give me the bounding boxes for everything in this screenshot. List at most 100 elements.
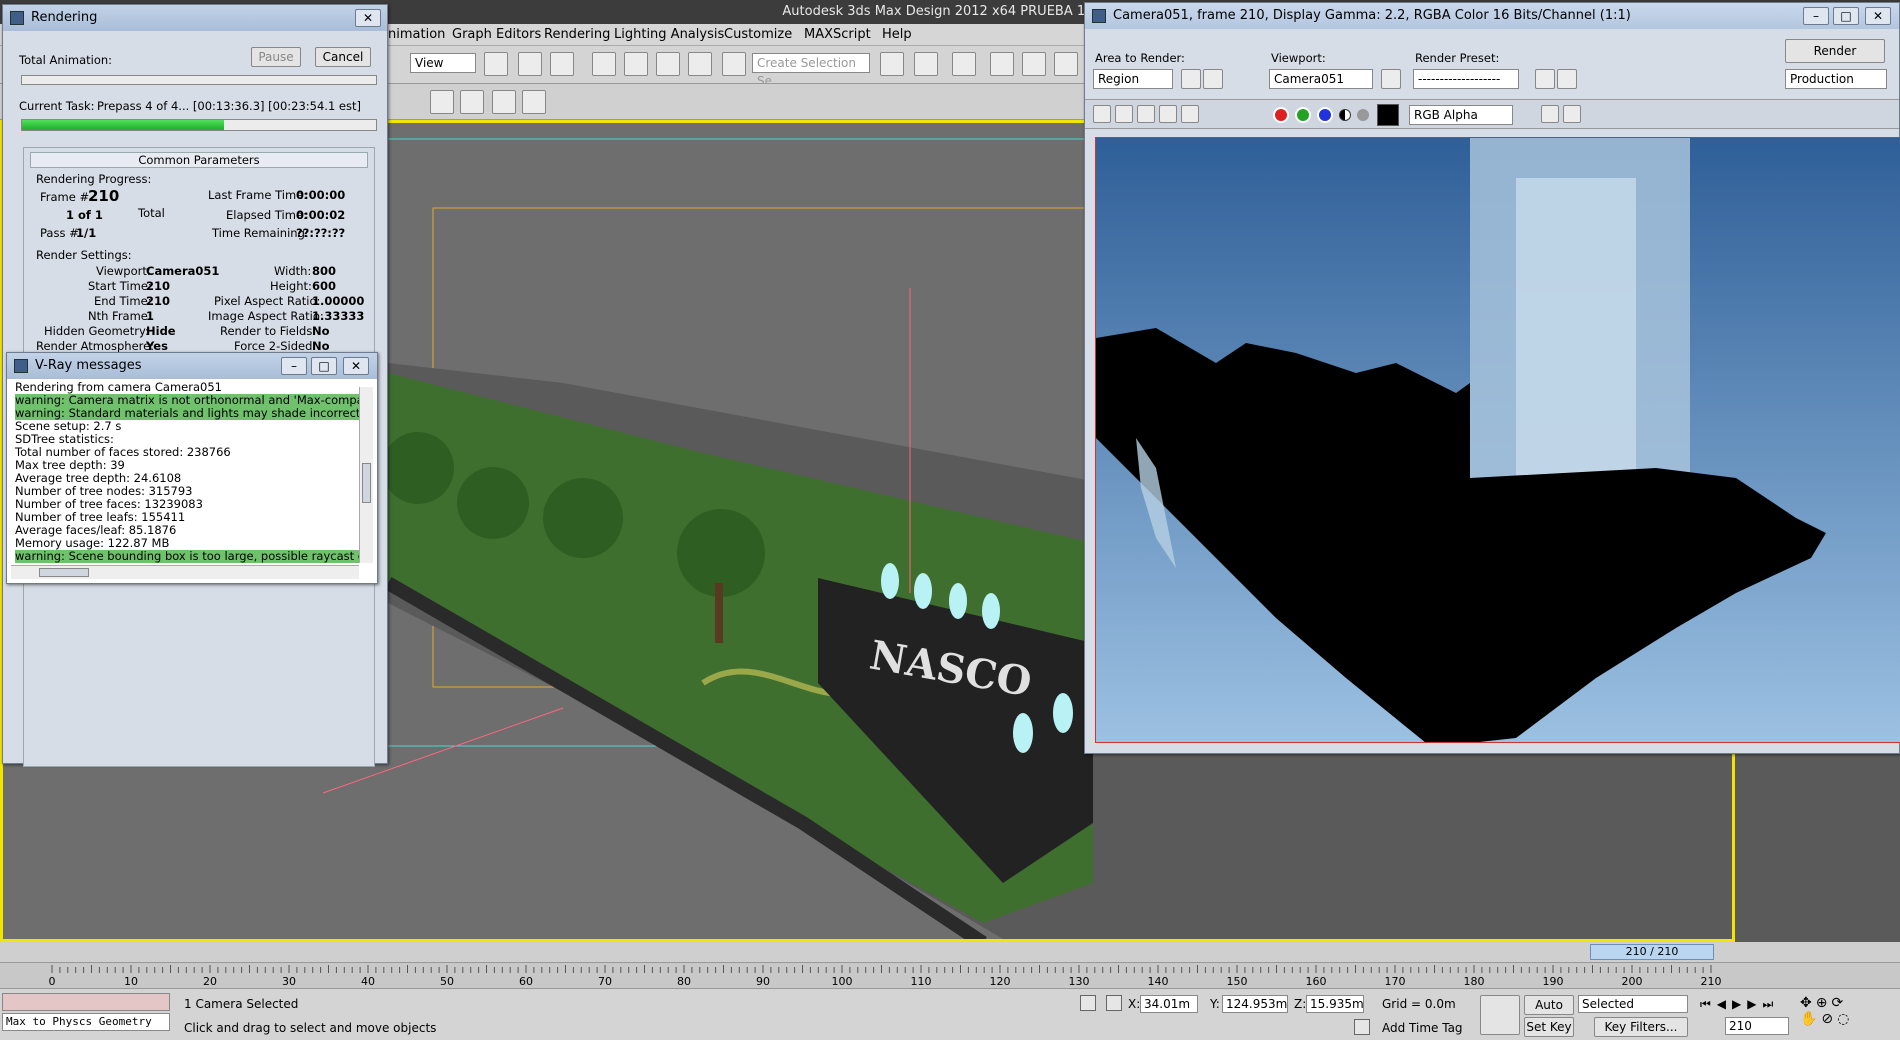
rendering-progress-label: Rendering Progress:: [36, 172, 152, 186]
close-button[interactable]: ✕: [1865, 7, 1891, 25]
pass-label: Pass #: [40, 226, 79, 240]
frame-window-icon: [1092, 9, 1106, 23]
environment-icon[interactable]: [1557, 69, 1577, 89]
absolute-mode-icon[interactable]: [1106, 995, 1122, 1011]
production-dropdown[interactable]: Production: [1785, 69, 1887, 89]
select-vertex-icon[interactable]: [522, 90, 546, 114]
save-image-icon[interactable]: [1093, 105, 1111, 123]
fountain-jet-2: [914, 573, 932, 609]
clear-icon[interactable]: [1181, 105, 1199, 123]
lock-selection-icon[interactable]: [1080, 995, 1096, 1011]
z-coordinate-field[interactable]: 15.935m: [1306, 995, 1364, 1013]
alpha-channel-icon[interactable]: [1339, 109, 1351, 121]
key-selection-dropdown[interactable]: Selected: [1578, 995, 1688, 1013]
close-button[interactable]: ✕: [355, 9, 381, 27]
rendered-image[interactable]: [1095, 137, 1900, 743]
schematic-view-icon[interactable]: [1054, 52, 1078, 76]
key-filters-button[interactable]: Key Filters...: [1594, 1017, 1688, 1037]
channel-display-dropdown[interactable]: RGB Alpha: [1409, 105, 1513, 125]
red-channel-icon[interactable]: [1273, 107, 1289, 123]
maximize-button[interactable]: □: [1833, 7, 1859, 25]
menu-maxscript[interactable]: MAXScript: [804, 27, 871, 42]
print-image-icon[interactable]: [1159, 105, 1177, 123]
move-vertex-icon[interactable]: [492, 90, 516, 114]
manipulate-icon[interactable]: [550, 52, 574, 76]
time-slider-track[interactable]: 210 / 210: [0, 942, 1900, 962]
selection-status: 1 Camera Selected: [184, 997, 299, 1011]
select-and-link-icon[interactable]: [484, 52, 508, 76]
elapsed-time-value: 0:00:02: [296, 208, 346, 222]
timeline-tick-label: 150: [1227, 975, 1248, 988]
viewport-nav-controls[interactable]: ✥⊕⟳ ✋⊘◌: [1800, 995, 1896, 1035]
edit-region-icon[interactable]: [1181, 69, 1201, 89]
auto-region-icon[interactable]: [1203, 69, 1223, 89]
green-channel-icon[interactable]: [1295, 107, 1311, 123]
toolbar-dropdown-arrow-icon[interactable]: [430, 90, 454, 114]
mirror-icon[interactable]: [880, 52, 904, 76]
cancel-button[interactable]: Cancel: [315, 47, 371, 67]
menu-rendering[interactable]: Rendering: [544, 27, 610, 42]
material-editor-icon[interactable]: [990, 52, 1014, 76]
minimize-button[interactable]: –: [281, 357, 307, 375]
render-preset-label: Render Preset:: [1415, 51, 1500, 65]
set-key-button[interactable]: Set Key: [1524, 1017, 1574, 1037]
menu-animation[interactable]: nimation: [388, 27, 445, 42]
vertical-scroll-thumb[interactable]: [362, 463, 371, 503]
minimize-button[interactable]: –: [1803, 7, 1829, 25]
spinner-snap-icon[interactable]: [688, 52, 712, 76]
selection-set-dropdown[interactable]: Create Selection Se: [752, 53, 870, 88]
reference-coord-dropdown[interactable]: View: [410, 53, 476, 73]
time-slider-thumb[interactable]: 210 / 210: [1590, 944, 1714, 960]
render-preset-dropdown[interactable]: -------------------: [1413, 69, 1519, 89]
timeline-track[interactable]: 0 10 20 30 40 50 60 70 80 90 100 110 120 130 140 150 160…: [0, 962, 1900, 988]
pass-value: 1/1: [76, 226, 97, 240]
horizontal-scroll-thumb[interactable]: [39, 568, 89, 577]
clone-frame-icon[interactable]: [1137, 105, 1155, 123]
close-button[interactable]: ✕: [343, 357, 369, 375]
curve-editor-icon[interactable]: [1022, 52, 1046, 76]
render-settings-label: Render Settings:: [36, 248, 132, 262]
height-value: 600: [312, 279, 337, 293]
common-parameters-rollout[interactable]: Common Parameters: [30, 152, 368, 168]
layer-manager-icon[interactable]: [952, 52, 976, 76]
render-button[interactable]: Render: [1785, 39, 1885, 63]
message-list[interactable]: Rendering from camera Camera051 warning: …: [11, 381, 361, 565]
maximize-button[interactable]: □: [311, 357, 337, 375]
add-time-tag[interactable]: Add Time Tag: [1382, 1021, 1463, 1035]
menu-graph-editors[interactable]: Graph Editors: [452, 27, 541, 42]
total-progress-bar: [21, 75, 377, 85]
maxscript-listener-white[interactable]: Max to Physcs Geometry: [2, 1013, 170, 1031]
add-point-icon[interactable]: [460, 90, 484, 114]
blue-channel-icon[interactable]: [1317, 107, 1333, 123]
toggle-ui-icon[interactable]: [1563, 105, 1581, 123]
key-mode-icon[interactable]: [1480, 995, 1520, 1035]
prompt-line: Click and drag to select and move object…: [184, 1021, 437, 1035]
horizontal-scrollbar[interactable]: [11, 565, 359, 579]
x-coordinate-field[interactable]: 34.01m: [1140, 995, 1198, 1013]
maxscript-listener-pink[interactable]: [2, 993, 170, 1011]
render-setup-icon[interactable]: [1535, 69, 1555, 89]
toggle-ui-overlay-icon[interactable]: [1541, 105, 1559, 123]
time-tag-icon[interactable]: [1354, 1019, 1370, 1035]
auto-key-button[interactable]: Auto Key: [1524, 995, 1574, 1030]
pivot-icon[interactable]: [518, 52, 542, 76]
align-icon[interactable]: [914, 52, 938, 76]
percent-snap-icon[interactable]: [656, 52, 680, 76]
color-swatch[interactable]: [1377, 104, 1399, 126]
task-progress-fill: [22, 120, 224, 130]
lock-icon[interactable]: [1381, 69, 1401, 89]
current-frame-field[interactable]: 210: [1725, 1017, 1789, 1035]
area-to-render-dropdown[interactable]: Region: [1093, 69, 1173, 89]
monochrome-icon[interactable]: [1357, 109, 1369, 121]
snap-toggle-icon[interactable]: [592, 52, 616, 76]
menu-help[interactable]: Help: [882, 27, 912, 42]
edit-named-selection-icon[interactable]: [722, 52, 746, 76]
menu-customize[interactable]: Customize: [724, 27, 792, 42]
menu-lighting-analysis[interactable]: Lighting Analysis: [614, 27, 724, 42]
pause-button[interactable]: Pause: [251, 47, 301, 67]
y-coordinate-field[interactable]: 124.953m: [1222, 995, 1288, 1013]
viewport-dropdown[interactable]: Camera051: [1269, 69, 1373, 89]
vertical-scrollbar[interactable]: [359, 387, 373, 563]
copy-image-icon[interactable]: [1115, 105, 1133, 123]
angle-snap-icon[interactable]: [624, 52, 648, 76]
